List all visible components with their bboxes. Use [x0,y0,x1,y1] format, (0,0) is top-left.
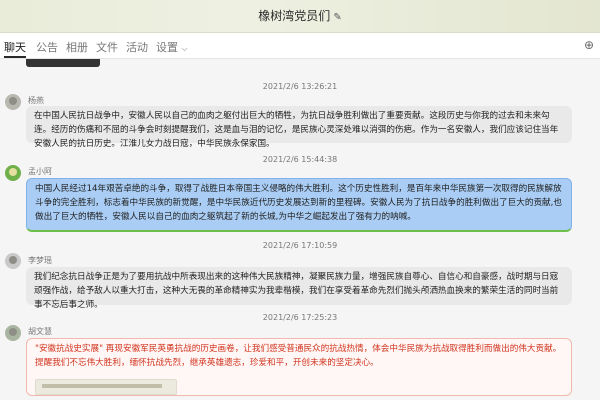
tab-notice[interactable]: 公告 [36,39,58,55]
message-text: "安徽抗战史实展" 再现安徽军民英勇抗战的历史画卷，让我们感受普通民众的抗战热情… [35,344,562,368]
chat-area[interactable]: 2021/2/6 13:26:21 杨燕 在中国人民抗日战争中，安徽人民以自己的… [0,59,600,400]
chevron-down-icon: ⌵ [181,44,188,53]
avatar[interactable] [5,325,21,341]
tab-bar: 聊天 公告 相册 文件 活动 设置 ⌵ ⊕ [0,33,600,59]
message-bubble-highlighted[interactable]: 中国人民经过14年艰苦卓绝的斗争，取得了战胜日本帝国主义侵略的伟大胜利。这个历史… [26,178,572,232]
tab-settings-label: 设置 [156,41,178,54]
tab-files[interactable]: 文件 [96,39,118,55]
edit-icon[interactable]: ✎ [333,12,341,23]
message-timestamp: 2021/2/6 17:25:23 [262,313,338,322]
tab-settings[interactable]: 设置 ⌵ [156,39,188,55]
sender-name: 杨燕 [28,96,44,105]
avatar[interactable] [5,253,21,269]
message-timestamp: 2021/2/6 15:44:38 [262,155,338,164]
tab-events[interactable]: 活动 [126,39,148,55]
sender-name: 孟小阿 [28,167,52,176]
window-title: 橡树湾党员们 ✎ [0,7,600,24]
message-bubble[interactable]: 我们纪念抗日战争正是为了要用抗战中所表现出来的这种伟大民族精神，凝聚民族力量，增… [26,267,572,310]
group-name: 橡树湾党员们 [258,9,331,23]
tab-chat[interactable]: 聊天 [4,39,26,55]
tab-album[interactable]: 相册 [66,39,88,55]
message-bubble-emphasis[interactable]: "安徽抗战史实展" 再现安徽军民英勇抗战的历史画卷，让我们感受普通民众的抗战热情… [26,338,572,396]
message-timestamp: 2021/2/6 17:10:59 [262,241,338,250]
active-tab-indicator [4,56,26,58]
message-bubble[interactable]: 在中国人民抗日战争中，安徽人民以自己的血肉之躯付出巨大的牺牲，为抗日战争胜利做出… [26,106,572,149]
embedded-image[interactable] [35,379,177,395]
title-bar: 橡树湾党员们 ✎ [0,0,600,33]
sender-name: 李梦瑶 [28,256,52,265]
sender-name: 胡文慧 [28,327,52,336]
plus-icon[interactable]: ⊕ [584,38,594,52]
avatar[interactable] [5,165,21,181]
previous-image-message[interactable] [26,59,100,67]
message-timestamp: 2021/2/6 13:26:21 [262,82,338,91]
avatar[interactable] [5,94,21,110]
